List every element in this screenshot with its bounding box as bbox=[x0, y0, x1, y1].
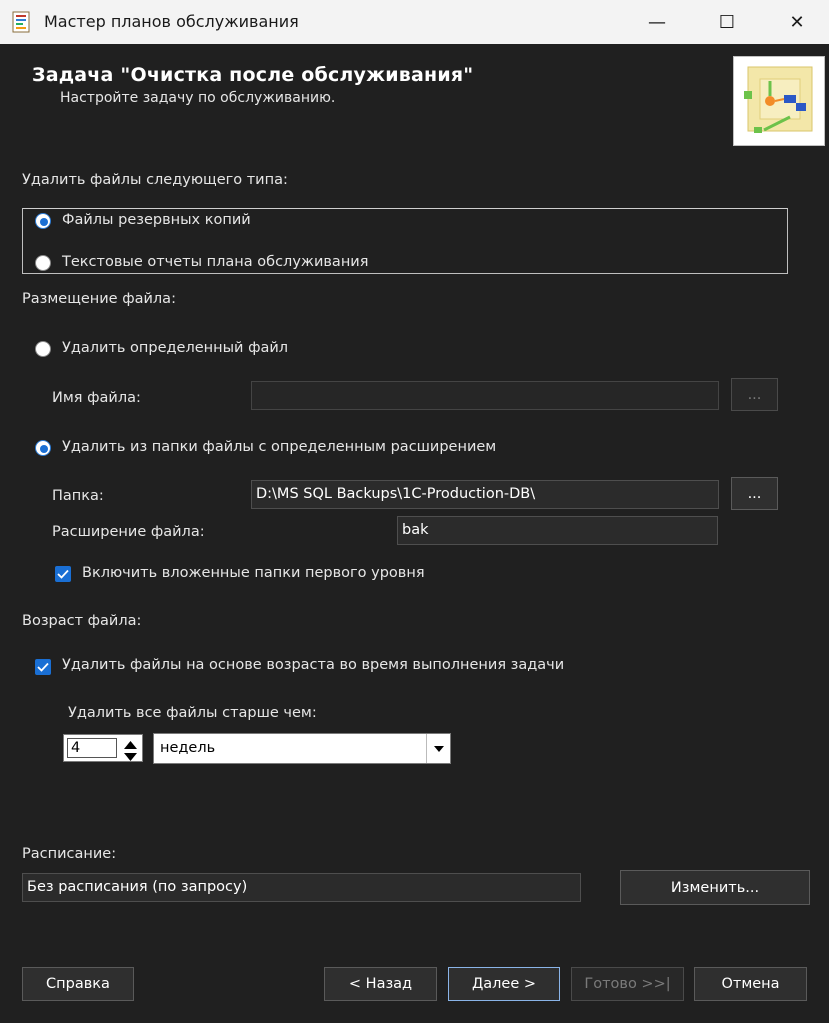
by-extension-radio[interactable] bbox=[35, 440, 51, 456]
checkmark-icon bbox=[37, 662, 49, 672]
wizard-illustration-icon bbox=[733, 56, 825, 146]
file-location-label: Размещение файла: bbox=[22, 291, 176, 307]
folder-browse-button[interactable]: ... bbox=[731, 477, 778, 510]
maintenance-plan-app-icon bbox=[10, 11, 32, 33]
page-subtitle: Настройте задачу по обслуживанию. bbox=[60, 90, 336, 106]
maximize-button[interactable]: ☐ bbox=[692, 0, 762, 44]
folder-label: Папка: bbox=[52, 488, 104, 504]
finish-button[interactable]: Готово >>| bbox=[571, 967, 684, 1001]
older-than-label: Удалить все файлы старше чем: bbox=[68, 705, 317, 721]
checkmark-icon bbox=[57, 569, 69, 579]
age-amount-spinner[interactable]: 4 bbox=[63, 734, 143, 762]
file-name-input[interactable] bbox=[251, 381, 719, 410]
chevron-down-icon[interactable] bbox=[426, 734, 451, 763]
maximize-icon: ☐ bbox=[718, 11, 736, 33]
specific-file-label[interactable]: Удалить определенный файл bbox=[62, 340, 288, 356]
folder-input[interactable]: D:\MS SQL Backups\1C-Production-DB\ bbox=[251, 480, 719, 509]
by-extension-label[interactable]: Удалить из папки файлы с определенным ра… bbox=[62, 439, 496, 455]
next-button[interactable]: Далее > bbox=[448, 967, 560, 1001]
file-type-label: Удалить файлы следующего типа: bbox=[22, 172, 288, 188]
schedule-value: Без расписания (по запросу) bbox=[22, 873, 581, 902]
include-subfolders-checkbox[interactable] bbox=[55, 566, 71, 582]
change-schedule-button[interactable]: Изменить... bbox=[620, 870, 810, 905]
age-unit-value: недель bbox=[160, 740, 216, 756]
close-icon: ✕ bbox=[789, 11, 805, 33]
extension-input[interactable]: bak bbox=[397, 516, 718, 545]
back-button[interactable]: < Назад bbox=[324, 967, 437, 1001]
backup-files-label[interactable]: Файлы резервных копий bbox=[62, 212, 251, 228]
minimize-button[interactable]: — bbox=[622, 0, 692, 44]
delete-by-age-checkbox[interactable] bbox=[35, 659, 51, 675]
file-name-browse-button[interactable]: ... bbox=[731, 378, 778, 411]
page-title: Задача "Очистка после обслуживания" bbox=[32, 64, 474, 86]
window-titlebar: Мастер планов обслуживания — ☐ ✕ bbox=[0, 0, 829, 44]
minimize-icon: — bbox=[648, 11, 666, 33]
age-amount-input[interactable]: 4 bbox=[67, 738, 117, 758]
close-button[interactable]: ✕ bbox=[762, 0, 829, 44]
age-unit-select[interactable]: недель bbox=[153, 733, 451, 764]
spin-up-icon[interactable] bbox=[120, 736, 141, 749]
specific-file-radio[interactable] bbox=[35, 341, 51, 357]
file-age-label: Возраст файла: bbox=[22, 613, 142, 629]
extension-label: Расширение файла: bbox=[52, 524, 205, 540]
help-button[interactable]: Справка bbox=[22, 967, 134, 1001]
schedule-label: Расписание: bbox=[22, 846, 117, 862]
include-subfolders-label[interactable]: Включить вложенные папки первого уровня bbox=[82, 565, 425, 581]
cancel-button[interactable]: Отмена bbox=[694, 967, 807, 1001]
window-title: Мастер планов обслуживания bbox=[44, 12, 299, 31]
backup-files-radio[interactable] bbox=[35, 213, 51, 229]
report-files-label[interactable]: Текстовые отчеты плана обслуживания bbox=[62, 254, 368, 270]
delete-by-age-label[interactable]: Удалить файлы на основе возраста во врем… bbox=[62, 657, 564, 673]
spin-down-icon[interactable] bbox=[120, 748, 141, 761]
file-name-label: Имя файла: bbox=[52, 390, 141, 406]
report-files-radio[interactable] bbox=[35, 255, 51, 271]
